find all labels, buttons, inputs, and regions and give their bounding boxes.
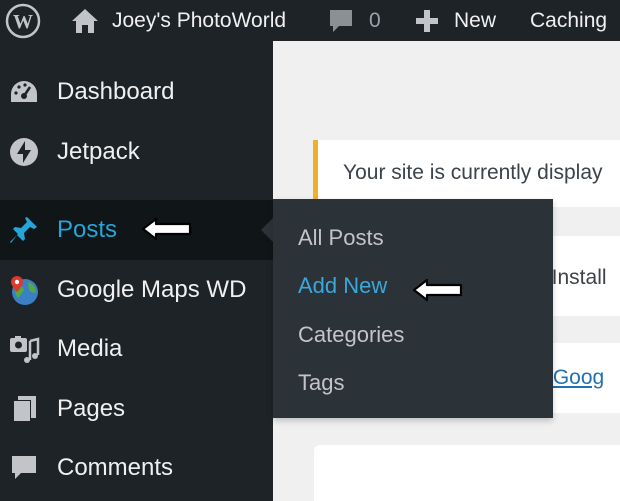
jetpack-icon (10, 138, 38, 166)
menu-item-dashboard[interactable]: Dashboard (0, 62, 273, 122)
flyout-caret (261, 218, 273, 242)
menu-label: Jetpack (57, 138, 140, 165)
comment-icon (12, 456, 36, 479)
new-content-button[interactable]: New (414, 0, 496, 41)
globe-icon (11, 276, 38, 305)
home-icon (72, 8, 98, 33)
media-icon (10, 336, 40, 363)
comments-count: 0 (369, 8, 381, 32)
wordpress-logo-button[interactable]: W (5, 0, 41, 41)
menu-item-comments[interactable]: Comments (0, 438, 273, 498)
left-arrow-icon (141, 217, 192, 241)
pages-icon (13, 396, 36, 422)
posts-submenu: All Posts Add New Categories Tags (273, 199, 553, 418)
menu-label: Media (57, 335, 123, 362)
left-arrow-icon (412, 278, 463, 302)
menu-item-posts[interactable]: Posts (0, 200, 273, 260)
comment-bubble-icon (330, 9, 352, 32)
comments-link[interactable]: 0 (327, 0, 381, 41)
site-notice: Your site is currently display (313, 140, 620, 207)
plus-icon (416, 9, 438, 32)
caching-label: Caching (530, 8, 608, 32)
menu-label: Posts (57, 216, 118, 243)
pin-icon (10, 217, 37, 243)
submenu-all-posts[interactable]: All Posts (298, 225, 384, 251)
menu-item-pages[interactable]: Pages (0, 379, 273, 439)
wordpress-icon: W (5, 3, 41, 38)
site-name-link[interactable]: Joey's PhotoWorld (70, 0, 286, 41)
submenu-categories[interactable]: Categories (298, 322, 404, 348)
menu-item-google-maps[interactable]: Google Maps WD (0, 260, 273, 320)
menu-label: Google Maps WD (57, 276, 247, 303)
new-label: New (454, 8, 497, 32)
menu-label: Dashboard (57, 78, 175, 105)
menu-label: Comments (57, 454, 174, 481)
menu-item-jetpack[interactable]: Jetpack (0, 122, 273, 182)
notice-text: Your site is currently display (343, 161, 603, 184)
caching-menu[interactable]: Caching (530, 0, 607, 41)
menu-label: Pages (57, 395, 126, 422)
dashboard-icon (11, 81, 37, 102)
google-link[interactable]: Goog (553, 366, 604, 389)
svg-text:W: W (13, 11, 33, 33)
menu-item-media[interactable]: Media (0, 319, 273, 379)
submenu-add-new[interactable]: Add New (298, 273, 387, 299)
site-name: Joey's PhotoWorld (112, 8, 287, 32)
content-card (314, 445, 620, 501)
admin-bar: W Joey's PhotoWorld 0 New Caching (0, 0, 620, 41)
submenu-tags[interactable]: Tags (298, 370, 344, 396)
